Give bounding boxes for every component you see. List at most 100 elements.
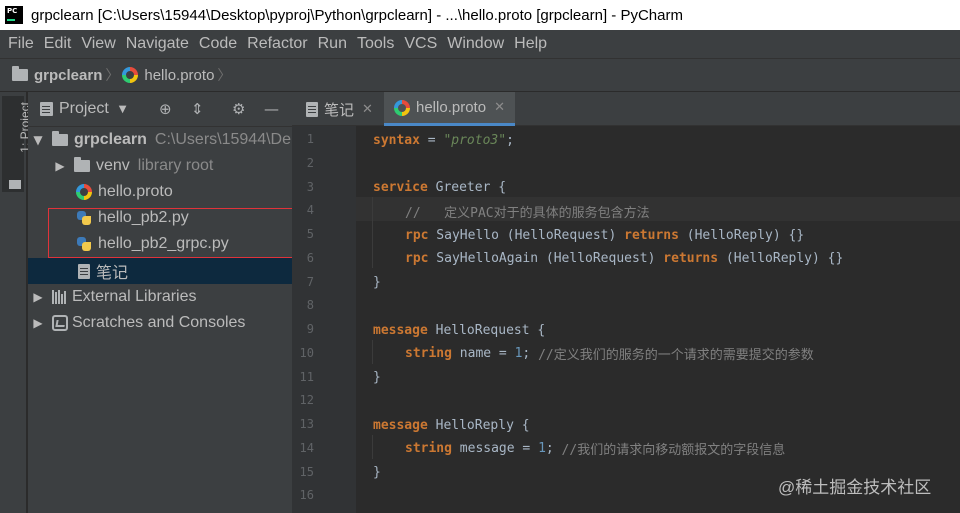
code-line-13: message HelloReply { <box>373 413 530 437</box>
pycharm-logo-icon: PC <box>5 6 23 24</box>
line-number: 12 <box>299 393 314 407</box>
python-file-icon <box>76 236 92 252</box>
breadcrumb-separator-icon: 〉 <box>217 68 232 84</box>
indent-guide <box>372 435 373 459</box>
chevron-down-icon[interactable]: ▼ <box>119 104 127 115</box>
tree-item-grpclearn[interactable]: ▼ grpclearn C:\Users\15944\De <box>28 127 292 153</box>
expand-arrow-icon[interactable]: ▼ <box>32 133 44 147</box>
project-view-selector[interactable]: Project <box>59 100 109 118</box>
tree-item-notes[interactable]: 笔记 <box>28 258 292 284</box>
tab-notes[interactable]: 笔记 ✕ <box>296 92 383 126</box>
indent-guide <box>372 340 373 364</box>
line-number: 13 <box>299 417 314 431</box>
library-icon <box>52 290 68 304</box>
project-panel-header: Project ▼ ⊕ ⇕ ⚙ — <box>28 92 292 127</box>
indent-guide <box>372 197 373 268</box>
collapse-arrow-icon[interactable]: ▶ <box>32 290 44 304</box>
code-comment: // 定义PAC对于的具体的服务包含方法 <box>405 205 650 221</box>
tree-item-label: 笔记 <box>96 265 129 282</box>
code-text: } <box>373 274 381 290</box>
line-number: 11 <box>299 370 314 384</box>
menu-tools[interactable]: Tools <box>352 35 399 53</box>
tree-item-hello-pb2-grpc[interactable]: hello_pb2_grpc.py <box>28 231 292 257</box>
code-keyword: message <box>373 417 428 433</box>
code-number: 1 <box>514 345 523 361</box>
code-keyword: rpc <box>405 250 429 266</box>
proto-file-icon <box>76 184 92 200</box>
collapse-all-icon[interactable]: ⇕ <box>191 100 204 118</box>
tree-item-label: hello.proto <box>98 183 173 200</box>
code-comment: //我们的请求向移动额报文的字段信息 <box>561 442 786 458</box>
menu-navigate[interactable]: Navigate <box>121 35 194 53</box>
code-line-10: string name = 1; //定义我们的服务的一个请求的需要提交的参数 <box>405 341 814 365</box>
tree-item-path: C:\Users\15944\De <box>154 131 291 148</box>
code-line-11: } <box>373 365 381 389</box>
code-line-15: } <box>373 460 381 484</box>
code-text: ; <box>545 440 562 456</box>
code-keyword: syntax <box>373 132 420 148</box>
menu-code[interactable]: Code <box>194 35 242 53</box>
code-text: = <box>419 132 444 148</box>
left-tool-strip: 1: Project <box>0 92 32 513</box>
proto-file-icon <box>394 99 410 116</box>
code-text: SayHello (HelloRequest) <box>428 227 625 243</box>
code-keyword: returns <box>663 250 719 266</box>
code-line-6: rpc SayHelloAgain (HelloRequest) returns… <box>405 246 843 270</box>
folder-icon <box>9 180 21 189</box>
code-text: HelloRequest { <box>427 322 546 338</box>
tab-label: 笔记 <box>324 101 355 119</box>
tree-item-venv[interactable]: ▶ venv library root <box>28 153 292 179</box>
project-tool-tab[interactable]: 1: Project <box>2 96 32 192</box>
project-view-icon <box>40 102 53 116</box>
tree-item-external-libraries[interactable]: ▶ External Libraries <box>28 284 292 310</box>
code-keyword: rpc <box>405 227 429 243</box>
menu-run[interactable]: Run <box>313 35 352 53</box>
scratches-icon <box>52 315 68 331</box>
collapse-arrow-icon[interactable]: ▶ <box>54 159 66 173</box>
line-number: 4 <box>306 203 314 217</box>
code-keyword: service <box>373 179 428 195</box>
code-line-5: rpc SayHello (HelloRequest) returns (Hel… <box>405 223 804 247</box>
title-bar: PC grpclearn [C:\Users\15944\Desktop\pyp… <box>0 0 960 30</box>
menu-file[interactable]: File <box>3 35 39 53</box>
menu-help[interactable]: Help <box>509 35 552 53</box>
menu-vcs[interactable]: VCS <box>399 35 442 53</box>
code-text: ; <box>506 132 514 148</box>
tab-label: hello.proto <box>416 99 487 116</box>
breadcrumb: grpclearn 〉 hello.proto 〉 <box>0 58 960 92</box>
hide-panel-icon[interactable]: — <box>264 100 279 118</box>
close-icon[interactable]: ✕ <box>362 102 373 117</box>
code-keyword: message <box>373 322 428 338</box>
folder-icon <box>74 157 90 172</box>
proto-file-icon <box>122 67 139 83</box>
close-icon[interactable]: ✕ <box>494 100 505 115</box>
tree-item-scratches[interactable]: ▶ Scratches and Consoles <box>28 310 292 336</box>
tab-hello-proto[interactable]: hello.proto ✕ <box>384 92 515 126</box>
folder-icon <box>12 66 28 81</box>
locate-target-icon[interactable]: ⊕ <box>159 100 172 118</box>
menu-view[interactable]: View <box>76 35 120 53</box>
menu-edit[interactable]: Edit <box>39 35 77 53</box>
editor-tab-bar: 笔记 ✕ hello.proto ✕ <box>292 92 960 126</box>
project-panel: Project ▼ ⊕ ⇕ ⚙ — ▼ grpclearn C:\Users\1… <box>28 92 292 513</box>
tree-item-hello-pb2[interactable]: hello_pb2.py <box>28 205 292 231</box>
code-editor[interactable]: syntax = "proto3"; service Greeter { // … <box>356 126 960 513</box>
folder-icon <box>52 131 68 146</box>
line-number: 3 <box>306 180 314 194</box>
collapse-arrow-icon[interactable]: ▶ <box>32 316 44 330</box>
breadcrumb-project[interactable]: grpclearn <box>34 67 102 84</box>
menu-window[interactable]: Window <box>442 35 509 53</box>
menu-refactor[interactable]: Refactor <box>242 35 312 53</box>
watermark: @稀土掘金技术社区 <box>778 478 932 497</box>
code-keyword: string <box>405 440 452 456</box>
text-file-icon <box>78 263 90 279</box>
code-line-1: syntax = "proto3"; <box>373 128 514 152</box>
gear-icon[interactable]: ⚙ <box>232 100 245 118</box>
code-text: HelloReply { <box>427 417 530 433</box>
tree-item-hint: library root <box>137 157 214 174</box>
tree-item-label: venv <box>96 157 130 174</box>
breadcrumb-separator-icon: 〉 <box>105 68 120 84</box>
breadcrumb-file[interactable]: hello.proto <box>144 67 214 84</box>
line-number: 16 <box>299 488 314 502</box>
tree-item-hello-proto[interactable]: hello.proto <box>28 179 292 205</box>
